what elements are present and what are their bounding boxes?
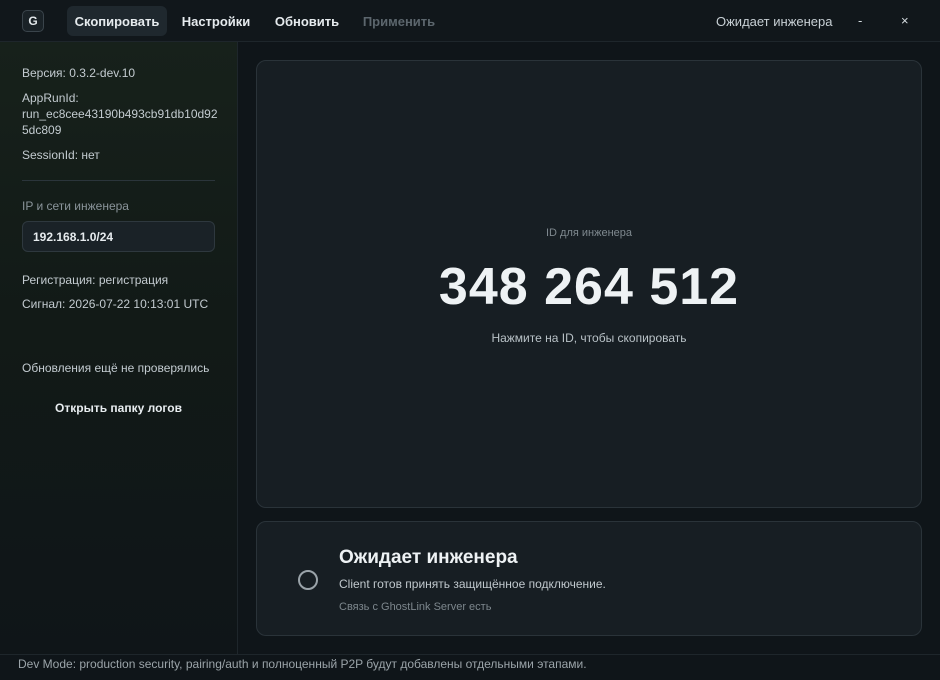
open-logs-button[interactable]: Открыть папку логов [22,396,215,420]
engineer-id[interactable]: 348 264 512 [257,257,921,317]
status-description: Client готов принять защищённое подключе… [339,577,606,591]
apprun-value-line2: 5dc809 [22,123,62,137]
titlebar-status: Ожидает инженера [716,14,833,29]
id-card: ID для инженера 348 264 512 Нажмите на I… [256,60,922,508]
footer: Dev Mode: production security, pairing/a… [0,654,940,680]
sidebar: Версия: 0.3.2-dev.10 AppRunId: run_ec8ce… [0,42,238,654]
apprun-value-line1: run_ec8cee43190b493cb91db10d92 [22,107,218,121]
sidebar-divider [22,180,215,181]
signal-text: Сигнал: 2026-07-22 10:13:01 UTC [22,297,209,311]
status-card: Ожидает инженера Client готов принять за… [256,521,922,636]
settings-button[interactable]: Настройки [176,6,256,36]
minimize-button[interactable]: - [858,13,862,28]
registration-text: Регистрация: регистрация [22,273,169,287]
titlebar: G Скопировать Настройки Обновить Примени… [0,0,940,42]
version-text: Версия: 0.3.2-dev.10 [22,66,136,80]
session-text: SessionId: нет [22,148,100,162]
status-title: Ожидает инженера [339,547,518,568]
id-label: ID для инженера [545,227,633,239]
updates-text: Обновления ещё не проверялись [22,361,210,375]
update-button[interactable]: Обновить [268,6,346,36]
ip-input[interactable] [22,221,215,252]
copy-button[interactable]: Скопировать [67,6,167,36]
app-logo-icon: G [22,10,44,32]
status-circle-icon [298,570,318,590]
close-button[interactable]: × [901,13,909,28]
ip-label: IP и сети инженера [22,199,129,213]
server-status: Связь с GhostLink Server есть [339,601,492,613]
id-hint: Нажмите на ID, чтобы скопировать [491,331,687,345]
apply-button[interactable]: Применить [357,6,441,36]
footer-text: Dev Mode: production security, pairing/a… [18,657,587,671]
apprun-label: AppRunId: [22,91,79,105]
app-window: G Скопировать Настройки Обновить Примени… [0,0,940,680]
